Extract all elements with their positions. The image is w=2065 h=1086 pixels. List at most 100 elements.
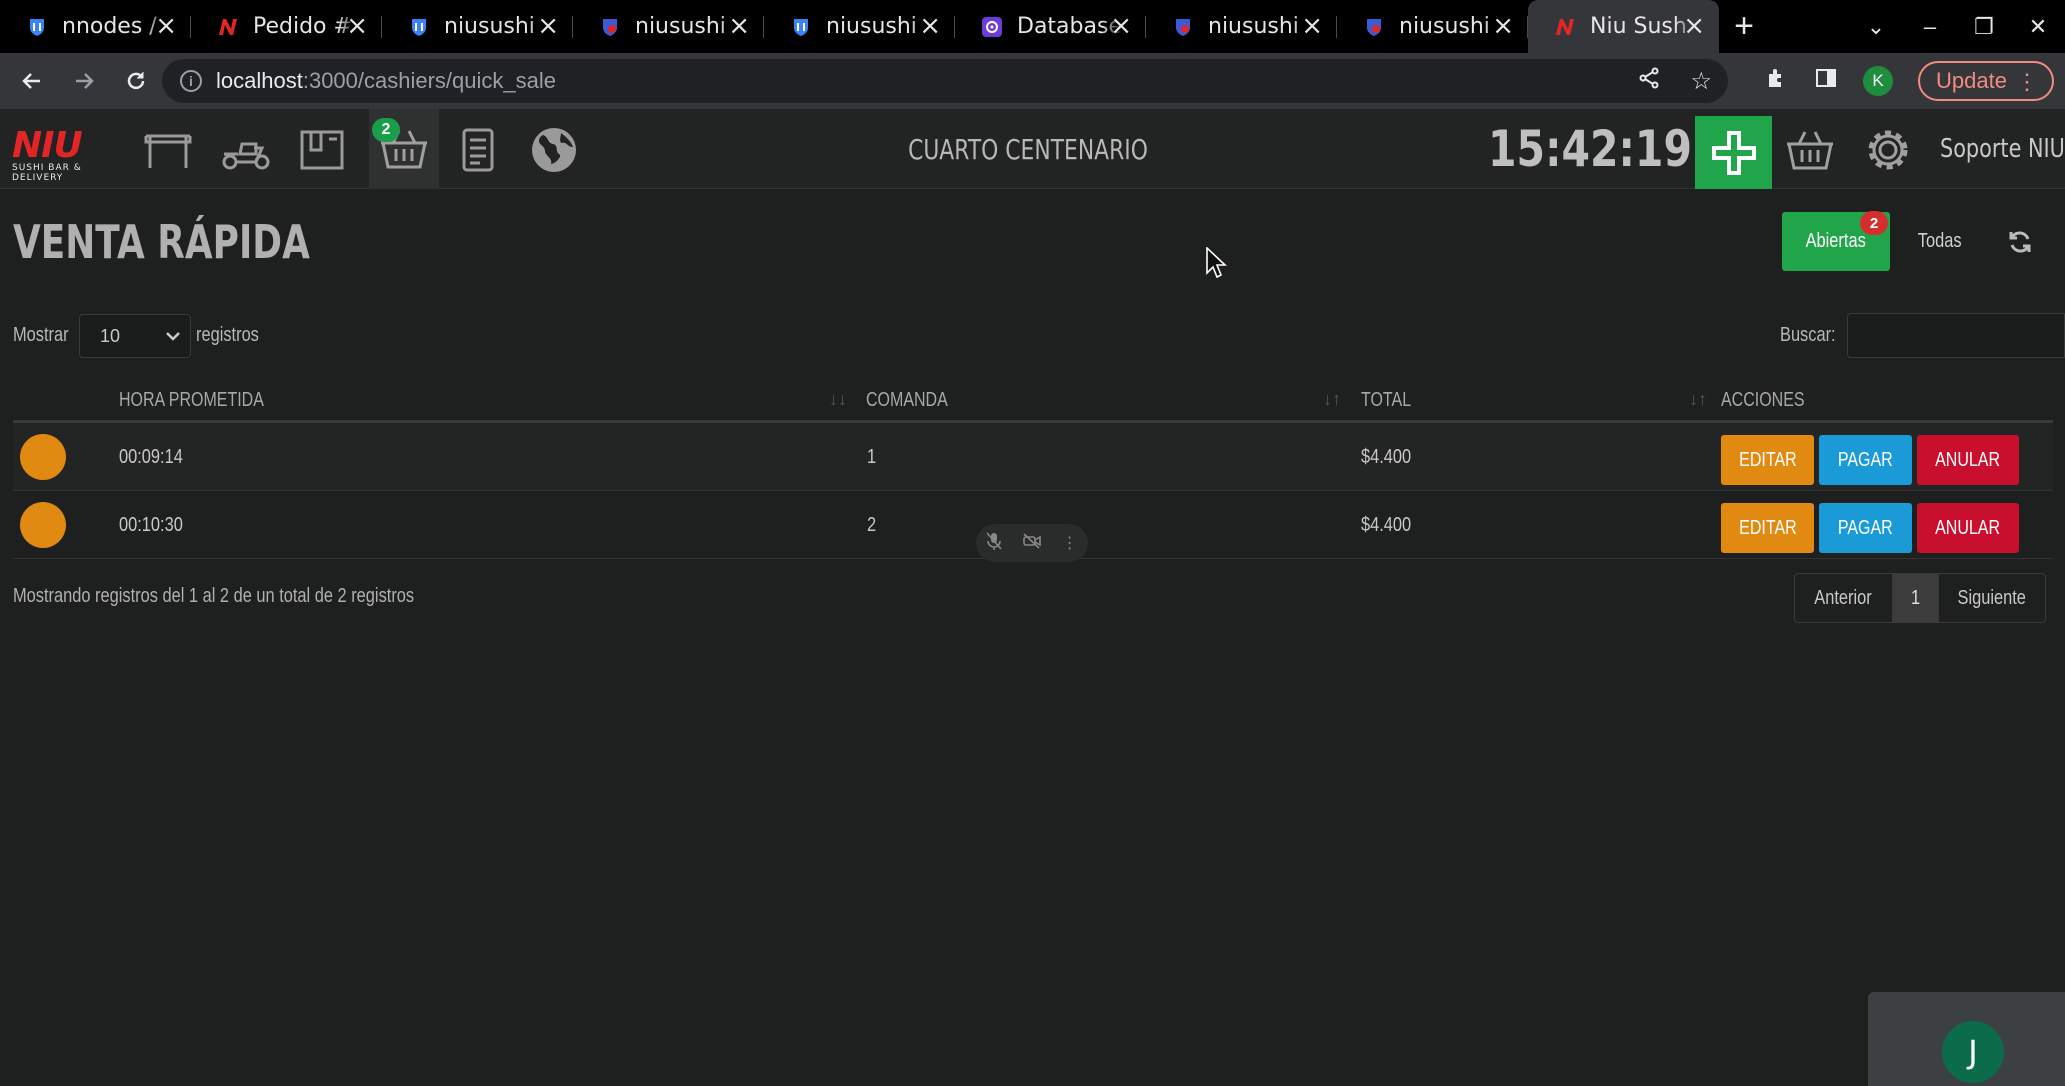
pagination-next[interactable]: Siguiente [1939,574,2045,622]
sort-desc-icon[interactable]: ↓↓ [829,389,849,411]
browser-tab[interactable]: niusushi × [1337,0,1528,53]
update-button[interactable]: Update ⋮ [1918,61,2054,101]
mouse-cursor-icon [1206,246,1228,279]
close-icon[interactable]: × [1683,13,1705,39]
pay-button[interactable]: PAGAR [1819,503,1912,553]
table-row: 00:09:14 1 $4.400 EDITAR PAGAR ANULAR [13,423,2053,491]
menu-kebab-icon[interactable]: ⋮ [2016,69,2038,95]
takeaway-bag-icon[interactable] [292,127,352,173]
tab-search-icon[interactable]: ⌄ [1849,14,1903,40]
blue-shield-icon [599,16,621,38]
edit-button[interactable]: EDITAR [1721,435,1814,485]
bookmark-star-icon[interactable]: ☆ [1690,67,1712,96]
blue-shield-icon [26,16,48,38]
browser-tab[interactable]: niusushi × [573,0,764,53]
blue-shield-icon [1172,16,1194,38]
reload-icon[interactable] [116,61,156,101]
status-dot [20,423,66,491]
table-header: HORA PROMETIDA ↓↓ COMANDA ↓↑ TOTAL ↓↑ AC… [13,377,2053,423]
delivery-scooter-icon[interactable] [216,127,276,173]
restore-icon[interactable]: ❐ [1957,14,2011,40]
tab-title: Pedido # [253,14,352,39]
share-icon[interactable] [1638,67,1660,96]
open-count-badge: 2 [1860,211,1888,235]
blue-shield-icon [1363,16,1385,38]
orders-list-icon[interactable] [448,127,508,173]
page-length-value: 10 [100,325,121,346]
minimize-icon[interactable]: – [1903,14,1957,40]
mic-off-icon[interactable] [986,531,1002,555]
extensions-icon[interactable] [1765,66,1789,97]
pagination: Anterior 1 Siguiente [1794,573,2046,623]
browser-tab[interactable]: Pedido # × [191,0,382,53]
media-controls-overlay: ⋮ [976,524,1088,562]
address-bar[interactable]: i localhost :3000/cashiers/quick_sale ☆ [162,59,1728,103]
page-length-select[interactable]: 10 [79,314,191,358]
header-acciones: ACCIONES [1721,388,1805,411]
settings-gear-icon[interactable] [1858,127,1918,173]
more-options-icon[interactable]: ⋮ [1062,533,1078,553]
new-tab-button[interactable]: + [1719,0,1769,53]
purple-database-icon [981,16,1003,38]
participant-avatar: J [1942,1021,2004,1083]
close-icon[interactable]: × [346,13,368,39]
niu-logo[interactable]: NIU SUSHI BAR & DELIVERY [12,128,116,184]
search-input[interactable] [1847,313,2065,358]
basket-icon[interactable] [1780,127,1840,173]
tab-title: niusushi [635,14,726,39]
sort-icon[interactable]: ↓↑ [1323,389,1343,411]
browser-tab-active[interactable]: Niu Sush × [1528,0,1719,53]
cancel-button[interactable]: ANULAR [1917,503,2019,553]
filter-open-label: Abiertas [1805,230,1867,252]
user-name: Soporte NIU [1940,134,2065,164]
forward-icon[interactable] [64,61,104,101]
close-icon[interactable]: × [919,13,941,39]
browser-tab[interactable]: nnodes / × [0,0,191,53]
edit-button[interactable]: EDITAR [1721,503,1814,553]
browser-tab[interactable]: Database × [955,0,1146,53]
browser-tab[interactable]: niusushi × [1146,0,1337,53]
sort-icon[interactable]: ↓↑ [1689,389,1709,411]
filter-all-button[interactable]: Todas [1900,212,1980,271]
browser-tab[interactable]: niusushi × [382,0,573,53]
new-order-button[interactable] [1695,116,1772,189]
close-icon[interactable]: × [1492,13,1514,39]
close-icon[interactable]: × [1110,13,1132,39]
header-comanda[interactable]: COMANDA [866,377,968,423]
cell-comanda: 2 [867,513,877,536]
profile-avatar[interactable]: K [1863,66,1893,96]
user-menu[interactable]: Soporte NIU [1940,109,2065,189]
tab-title: niusushi [826,14,917,39]
pagination-current-page[interactable]: 1 [1893,574,1939,622]
close-icon[interactable]: × [728,13,750,39]
tab-title: nnodes / [62,14,157,39]
length-suffix: registros [196,323,259,346]
pagination-previous[interactable]: Anterior [1795,574,1893,622]
length-prefix: Mostrar [13,323,69,346]
update-label: Update [1936,68,2007,93]
browser-toolbar: i localhost :3000/cashiers/quick_sale ☆ … [0,53,2065,109]
url-path: :3000/cashiers/quick_sale [302,68,556,93]
refresh-icon[interactable] [2000,222,2040,262]
cancel-button[interactable]: ANULAR [1917,435,2019,485]
back-icon[interactable] [12,61,52,101]
table-icon[interactable] [138,127,198,173]
status-dot [20,491,66,559]
blue-shield-icon [408,16,430,38]
header-hora-prometida[interactable]: HORA PROMETIDA [119,377,300,423]
camera-off-icon[interactable] [1023,532,1041,554]
header-total[interactable]: TOTAL [1361,377,1424,423]
close-icon[interactable]: × [155,13,177,39]
pay-button[interactable]: PAGAR [1819,435,1912,485]
site-info-icon[interactable]: i [180,70,202,92]
cell-hora: 00:10:30 [119,513,183,536]
globe-icon[interactable] [524,127,584,173]
side-panel-icon[interactable] [1815,67,1837,96]
close-icon[interactable]: × [1301,13,1323,39]
close-icon[interactable]: × [537,13,559,39]
browser-tab[interactable]: niusushi × [764,0,955,53]
close-window-icon[interactable]: ✕ [2011,14,2065,40]
niu-logo-icon [217,16,239,38]
search-label: Buscar: [1780,323,1836,346]
chevron-down-icon [164,325,182,352]
